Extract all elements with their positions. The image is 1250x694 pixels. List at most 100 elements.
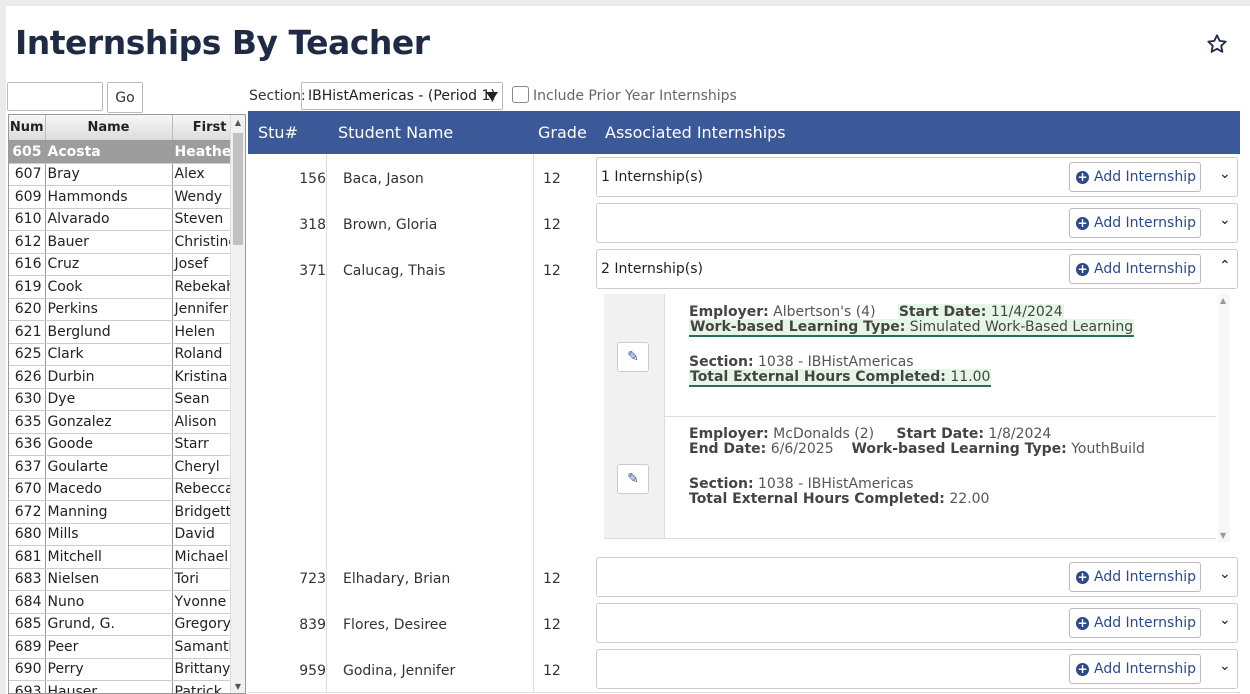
student-name: Godina, Jennifer [343, 663, 456, 679]
teacher-row[interactable]: 685 Grund, G. Gregory [9, 613, 232, 636]
column-header-first[interactable]: First [172, 115, 232, 141]
scroll-up-icon: ▲ [1220, 296, 1227, 305]
internship-line: Employer: McDonalds (2) Start Date: 1/8/… [689, 426, 1052, 442]
teacher-num: 684 [9, 590, 46, 614]
teacher-row[interactable]: 607 Bray Alex [9, 163, 232, 186]
add-internship-button[interactable]: + Add Internship [1069, 654, 1201, 684]
associated-internships-panel: 2 Internship(s) + Add Internship ⌃ [596, 249, 1238, 289]
chevron-down-icon[interactable]: ⌄ [1219, 212, 1231, 228]
teacher-first-name: Bridgett [172, 500, 232, 524]
teacher-row[interactable]: 616 Cruz Josef [9, 253, 232, 276]
section-select-value: IBHistAmericas - (Period 1) [308, 88, 496, 104]
teacher-first-name: Patrick [172, 680, 232, 693]
favorite-star-icon[interactable] [1206, 33, 1228, 55]
details-scrollbar[interactable]: ▲ ▼ [1218, 294, 1230, 542]
column-header-name[interactable]: Name [45, 115, 173, 141]
teacher-row[interactable]: 625 Clark Roland [9, 343, 232, 366]
page-title: Internships By Teacher [15, 23, 430, 62]
teacher-first-name: Samantha [172, 635, 232, 659]
chevron-down-icon[interactable]: ⌄ [1219, 566, 1231, 582]
teacher-last-name: Durbin [45, 365, 173, 389]
teacher-last-name: Manning [45, 500, 173, 524]
teacher-last-name: Clark [45, 343, 173, 366]
teacher-row[interactable]: 670 Macedo Rebecca [9, 478, 232, 501]
header-stu: Stu# [258, 123, 298, 142]
dropdown-caret-icon [486, 92, 498, 101]
teacher-first-name: Sean [172, 388, 232, 411]
teacher-row[interactable]: 635 Gonzalez Alison [9, 410, 232, 434]
add-internship-button[interactable]: + Add Internship [1069, 208, 1201, 238]
scroll-thumb[interactable] [233, 133, 243, 245]
teacher-row[interactable]: 630 Dye Sean [9, 388, 232, 411]
add-internship-button[interactable]: + Add Internship [1069, 608, 1201, 638]
teacher-first-name: Alex [172, 163, 232, 186]
teacher-list: Num Name First 605AcostaHeather607BrayAl… [8, 114, 246, 694]
add-internship-label: Add Internship [1094, 569, 1196, 585]
scroll-down-icon[interactable]: ▼ [231, 682, 245, 691]
teacher-row[interactable]: 619 Cook Rebekah [9, 275, 232, 299]
teacher-row[interactable]: 684 Nuno Yvonne [9, 590, 232, 614]
add-internship-button[interactable]: + Add Internship [1069, 162, 1201, 192]
internship-count: 1 Internship(s) [601, 169, 704, 185]
chevron-up-icon[interactable]: ⌃ [1219, 258, 1231, 274]
teacher-row[interactable]: 672 Manning Bridgett [9, 500, 232, 524]
teacher-row[interactable]: 609 Hammonds Wendy [9, 185, 232, 209]
student-number: 371 [299, 263, 326, 279]
edit-internship-button[interactable]: ✎ [617, 342, 649, 372]
column-divider [326, 246, 327, 554]
teacher-search-input[interactable] [7, 82, 103, 111]
teacher-row[interactable]: 620 Perkins Jennifer [9, 298, 232, 321]
teacher-row[interactable]: 689PeerSamantha [9, 635, 232, 659]
teacher-row[interactable]: 612 Bauer Christine [9, 230, 232, 254]
teacher-num: 625 [9, 343, 46, 366]
chevron-down-icon[interactable]: ⌄ [1219, 658, 1231, 674]
student-row: 318 Brown, Gloria 12 + Add Internship ⌄ [248, 200, 1240, 247]
teacher-last-name: Alvarado [45, 208, 173, 231]
chevron-down-icon[interactable]: ⌄ [1219, 612, 1231, 628]
teacher-row[interactable]: 610 Alvarado Steven [9, 208, 232, 231]
column-divider [533, 646, 534, 692]
column-header-num[interactable]: Num [9, 115, 46, 141]
teacher-num: 619 [9, 275, 46, 299]
teacher-num: 621 [9, 320, 46, 344]
column-divider [326, 154, 327, 200]
associated-internships-panel: + Add Internship ⌄ [596, 649, 1238, 689]
header-student-name: Student Name [338, 123, 454, 142]
teacher-row[interactable]: 680 Mills David [9, 523, 232, 546]
add-internship-label: Add Internship [1094, 615, 1196, 631]
student-name: Calucag, Thais [343, 263, 446, 279]
teacher-row[interactable]: 693 Hauser Patrick [9, 680, 232, 693]
student-row: 371 Calucag, Thais 12 2 Internship(s) + Add I… [248, 246, 1240, 555]
teacher-num: 612 [9, 230, 46, 254]
teacher-num: 681 [9, 545, 46, 569]
teacher-list-scrollbar[interactable]: ▲ ▼ [230, 115, 245, 693]
teacher-num: 693 [9, 680, 46, 693]
teacher-row[interactable]: 636 Goode Starr [9, 433, 232, 456]
teacher-first-name: Yvonne [172, 590, 232, 614]
student-grade: 12 [543, 663, 561, 679]
teacher-first-name: Christine [172, 230, 232, 254]
section-select[interactable]: IBHistAmericas - (Period 1) [301, 82, 503, 110]
add-internship-button[interactable]: + Add Internship [1069, 254, 1201, 284]
go-button[interactable]: Go [107, 82, 143, 113]
prior-year-label[interactable]: Include Prior Year Internships [533, 88, 737, 104]
table-header: Stu# Student Name Grade Associated Inter… [248, 111, 1240, 154]
add-internship-button[interactable]: + Add Internship [1069, 562, 1201, 592]
prior-year-checkbox[interactable] [512, 86, 529, 103]
student-row: 839 Flores, Desiree 12 + Add Internship ⌄ [248, 600, 1240, 647]
teacher-row[interactable]: 683 Nielsen Tori [9, 568, 232, 591]
teacher-row[interactable]: 621 Berglund Helen [9, 320, 232, 344]
teacher-row[interactable]: 690 Perry Brittany [9, 658, 232, 681]
edit-internship-button[interactable]: ✎ [617, 464, 649, 494]
teacher-last-name: Perry [45, 658, 173, 681]
teacher-row[interactable]: 681 Mitchell Michael [9, 545, 232, 569]
plus-circle-icon: + [1076, 570, 1089, 584]
chevron-down-icon[interactable]: ⌄ [1219, 166, 1231, 182]
student-grade: 12 [543, 617, 561, 633]
teacher-row[interactable]: 637 Goularte Cheryl [9, 455, 232, 479]
scroll-up-icon[interactable]: ▲ [231, 118, 245, 127]
associated-internships-panel: + Add Internship ⌄ [596, 603, 1238, 643]
teacher-row[interactable]: 605AcostaHeather [9, 140, 232, 164]
section-label: Section: [249, 88, 306, 104]
teacher-row[interactable]: 626 Durbin Kristina [9, 365, 232, 389]
